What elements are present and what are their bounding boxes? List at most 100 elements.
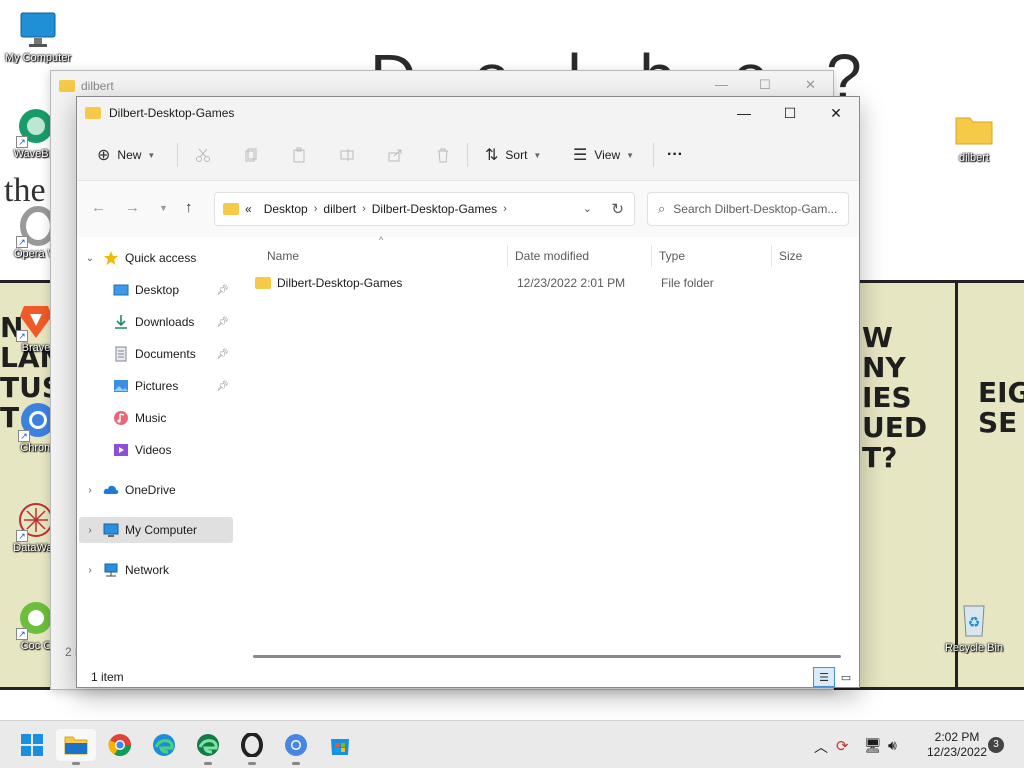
taskbar-chrome[interactable] [100, 729, 140, 761]
column-separator[interactable] [507, 245, 508, 267]
nav-label: My Computer [125, 523, 198, 537]
search-box[interactable]: ⌕ Search Dilbert-Desktop-Gam... [647, 192, 849, 226]
update-sync-icon[interactable]: ⟳ [836, 737, 849, 755]
window-titlebar[interactable]: Dilbert-Desktop-Games — ☐ ✕ [77, 97, 859, 129]
paste-icon[interactable] [291, 147, 307, 163]
taskbar-chromium[interactable] [276, 729, 316, 765]
maximize-button[interactable]: ☐ [767, 97, 813, 129]
tiles-view-button[interactable]: ▭ [835, 667, 857, 687]
nav-item-music[interactable]: Music [79, 405, 233, 431]
column-header-date[interactable]: Date modified [515, 243, 589, 269]
column-header-type[interactable]: Type [659, 243, 685, 269]
nav-my-computer[interactable]: › My Computer [79, 517, 233, 543]
nav-quick-access[interactable]: ⌄ Quick access [79, 245, 233, 271]
minimize-icon[interactable]: — [715, 77, 728, 92]
desktop-icon [113, 282, 129, 298]
refresh-icon[interactable]: ↻ [611, 200, 624, 218]
forward-arrow-icon[interactable]: → [125, 199, 140, 216]
column-header-name[interactable]: Name [267, 243, 299, 269]
monitor-icon [18, 10, 58, 50]
desktop-icon-recycle-bin[interactable]: ♻ Recycle Bin [938, 600, 1010, 654]
chrome-icon [108, 734, 131, 756]
horizontal-scrollbar[interactable] [253, 655, 841, 658]
column-header-size[interactable]: Size [779, 243, 802, 269]
details-view-button[interactable]: ☰ [813, 667, 835, 687]
running-indicator [248, 762, 256, 765]
notification-badge[interactable]: 3 [988, 737, 1004, 753]
edge-icon [153, 734, 175, 756]
pin-icon[interactable]: 📌︎ [216, 381, 229, 392]
breadcrumb-dilbert[interactable]: dilbert [323, 202, 356, 216]
file-list: Name ^ Date modified Type Size Dilbert-D… [237, 235, 859, 667]
nav-label: Desktop [135, 283, 180, 297]
shortcut-arrow-icon: ↗ [16, 628, 28, 640]
desktop-icon-my-computer[interactable]: My Computer [2, 10, 74, 64]
breadcrumb-chevron-icon[interactable]: › [314, 203, 318, 215]
taskbar-file-explorer[interactable] [56, 729, 96, 765]
nav-label: Videos [135, 443, 172, 457]
column-separator[interactable] [771, 245, 772, 267]
nav-item-videos[interactable]: Videos [79, 437, 233, 463]
taskbar-edge-dev[interactable] [188, 729, 228, 765]
column-label: Date modified [515, 249, 590, 263]
rename-icon[interactable] [339, 147, 355, 163]
copy-icon[interactable] [243, 147, 259, 163]
show-hidden-icons-chevron-icon[interactable]: ︿ [814, 737, 828, 757]
sort-label: Sort [505, 148, 528, 162]
nav-label: Quick access [125, 251, 197, 265]
volume-icon[interactable]: 🔊︎ [888, 737, 897, 754]
breadcrumb-overflow[interactable]: « [245, 202, 252, 216]
chevron-down-icon[interactable]: ⌄ [83, 253, 97, 264]
shortcut-arrow-icon: ↗ [16, 236, 28, 248]
close-button[interactable]: ✕ [813, 97, 859, 129]
taskbar: ︿ ⟳ 🖥︎ 🔊︎ 2:02 PM 12/23/2022 3 [0, 720, 1024, 768]
desktop-icon-dilbert-folder[interactable]: dilbert [938, 110, 1010, 164]
breadcrumb-current[interactable]: Dilbert-Desktop-Games [372, 202, 497, 216]
recent-locations-chevron-icon[interactable]: ▼ [159, 203, 168, 213]
folder-icon [954, 110, 994, 150]
view-button[interactable]: ☰ View ▼ [573, 141, 634, 169]
pin-icon[interactable]: 📌︎ [216, 285, 229, 296]
command-bar: ⊕ New ▼ ⇅ Sort ▼ ☰ View ▼ ··· [77, 129, 859, 181]
chevron-right-icon[interactable]: › [83, 485, 97, 496]
column-separator[interactable] [651, 245, 652, 267]
start-button[interactable] [12, 729, 52, 761]
nav-item-documents[interactable]: Documents 📌︎ [79, 341, 233, 367]
network-status-icon[interactable]: 🖥︎ [864, 737, 882, 754]
up-arrow-icon[interactable]: ↑ [185, 199, 193, 216]
share-icon[interactable] [387, 147, 403, 163]
taskbar-store[interactable] [320, 729, 360, 761]
toolbar-separator [653, 143, 654, 167]
close-icon[interactable]: ✕ [805, 77, 816, 93]
explorer-window[interactable]: Dilbert-Desktop-Games — ☐ ✕ ⊕ New ▼ ⇅ So… [76, 96, 860, 688]
breadcrumb-desktop[interactable]: Desktop [264, 202, 308, 216]
table-row[interactable]: Dilbert-Desktop-Games 12/23/2022 2:01 PM… [253, 271, 853, 295]
back-arrow-icon[interactable]: ← [91, 199, 106, 216]
new-button[interactable]: ⊕ New ▼ [97, 141, 155, 169]
address-bar[interactable]: « Desktop › dilbert › Dilbert-Desktop-Ga… [214, 192, 635, 226]
desktop-icon-label: dilbert [959, 152, 989, 164]
breadcrumb-chevron-icon[interactable]: › [503, 203, 507, 215]
breadcrumb-chevron-icon[interactable]: › [362, 203, 366, 215]
sort-button[interactable]: ⇅ Sort ▼ [485, 141, 541, 169]
desktop-icon-label: My Computer [4, 52, 72, 64]
taskbar-opera[interactable] [232, 729, 272, 765]
nav-item-pictures[interactable]: Pictures 📌︎ [79, 373, 233, 399]
pin-icon[interactable]: 📌︎ [216, 349, 229, 360]
delete-icon[interactable] [435, 147, 451, 163]
cut-icon[interactable] [195, 147, 211, 163]
taskbar-edge[interactable] [144, 729, 184, 761]
address-dropdown-icon[interactable]: ⌄ [583, 202, 592, 215]
nav-onedrive[interactable]: › OneDrive [79, 477, 233, 503]
search-icon: ⌕ [658, 201, 666, 216]
nav-item-downloads[interactable]: Downloads 📌︎ [79, 309, 233, 335]
maximize-icon[interactable]: ☐ [759, 77, 771, 93]
chevron-right-icon[interactable]: › [83, 565, 97, 576]
pin-icon[interactable]: 📌︎ [216, 317, 229, 328]
nav-network[interactable]: › Network [79, 557, 233, 583]
chevron-right-icon[interactable]: › [83, 525, 97, 536]
minimize-button[interactable]: — [721, 97, 767, 129]
nav-item-desktop[interactable]: Desktop 📌︎ [79, 277, 233, 303]
more-options-button[interactable]: ··· [667, 141, 683, 169]
shortcut-arrow-icon: ↗ [16, 136, 28, 148]
